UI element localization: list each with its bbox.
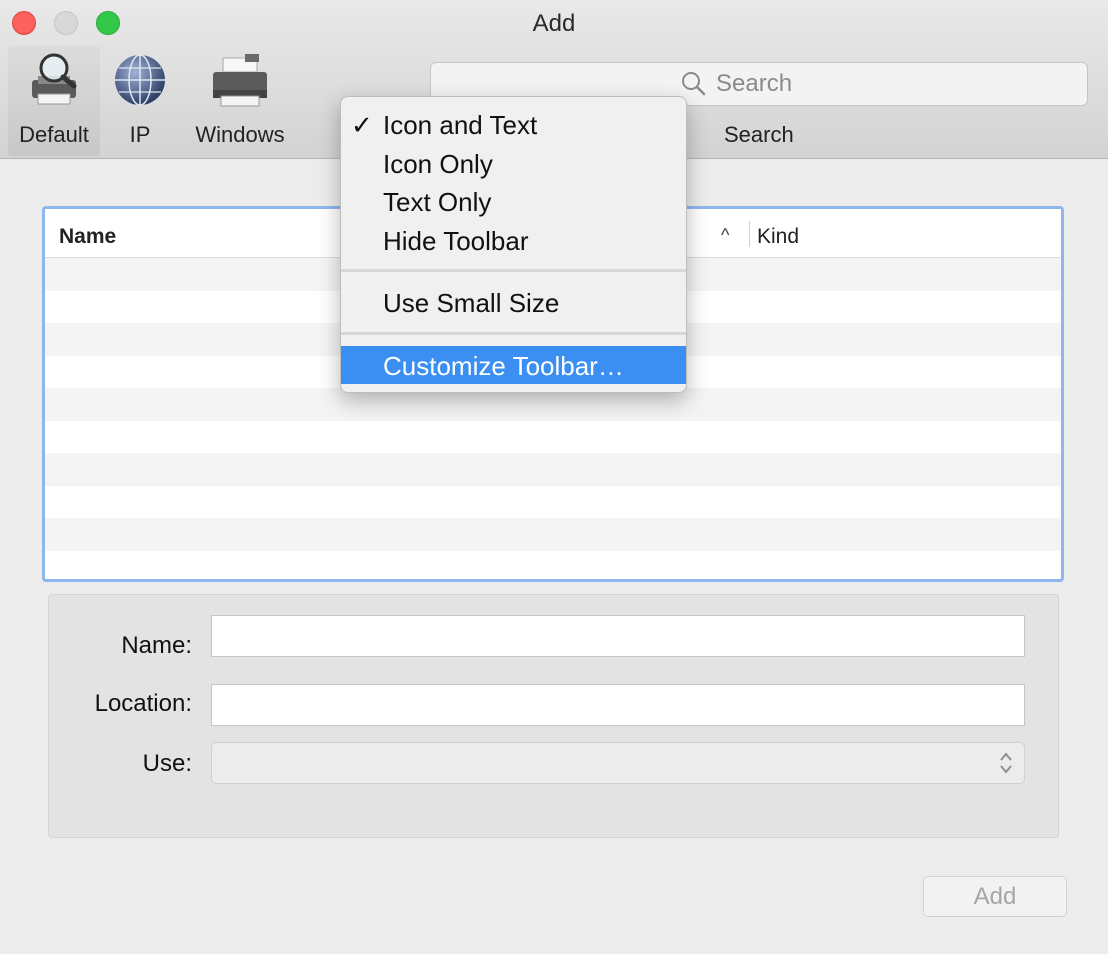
column-header-name[interactable]: Name	[59, 225, 116, 249]
table-row[interactable]	[45, 485, 1061, 518]
column-header-kind[interactable]: Kind	[757, 225, 799, 249]
toolbar-context-menu: ✓ Icon and Text Icon Only Text Only Hide…	[340, 96, 687, 393]
add-printer-window: Add Default IP Windows Search Search Nam…	[0, 0, 1108, 954]
table-row[interactable]	[45, 453, 1061, 486]
menu-item-label: Text Only	[383, 187, 492, 217]
menu-item-text-only[interactable]: Text Only	[341, 182, 686, 220]
table-row[interactable]	[45, 420, 1061, 453]
printer-magnifier-icon	[24, 50, 84, 115]
window-title: Add	[532, 10, 576, 37]
location-label: Location:	[94, 690, 192, 717]
menu-item-label: Icon Only	[383, 149, 493, 179]
toolbar-item-label: IP	[129, 122, 151, 147]
name-field[interactable]	[211, 615, 1025, 657]
use-label: Use:	[142, 750, 192, 777]
menu-item-customize-toolbar[interactable]: Customize Toolbar…	[341, 346, 686, 384]
search-toolbar-label: Search	[724, 122, 794, 147]
checkmark-icon: ✓	[351, 110, 373, 140]
menu-item-use-small-size[interactable]: Use Small Size	[341, 283, 686, 321]
toolbar-item-default[interactable]: Default	[8, 46, 100, 156]
table-row[interactable]	[45, 550, 1061, 579]
menu-item-label: Hide Toolbar	[383, 226, 529, 256]
menu-separator	[341, 269, 686, 272]
search-placeholder: Search	[716, 70, 793, 97]
toolbar-item-label: Windows	[195, 122, 285, 147]
table-row[interactable]	[45, 518, 1061, 551]
menu-item-label: Icon and Text	[383, 110, 538, 140]
menu-separator	[341, 332, 686, 335]
printer-icon	[207, 50, 273, 115]
menu-item-label: Customize Toolbar…	[383, 351, 624, 381]
menu-item-hide-toolbar[interactable]: Hide Toolbar	[341, 221, 686, 259]
column-divider[interactable]	[749, 221, 750, 247]
toolbar-item-windows[interactable]: Windows	[184, 46, 296, 156]
name-label: Name:	[121, 632, 192, 659]
menu-item-icon-only[interactable]: Icon Only	[341, 144, 686, 182]
location-field[interactable]	[211, 684, 1025, 726]
use-popup-button[interactable]	[211, 742, 1025, 784]
add-button[interactable]: Add	[923, 876, 1067, 917]
toolbar-item-label: Default	[19, 122, 89, 147]
globe-icon	[111, 50, 169, 115]
updown-chevron-icon	[998, 750, 1014, 781]
sort-ascending-icon: ^	[721, 225, 730, 245]
menu-item-label: Use Small Size	[383, 288, 560, 318]
menu-item-icon-and-text[interactable]: ✓ Icon and Text	[341, 105, 686, 143]
toolbar-item-ip[interactable]: IP	[102, 46, 178, 156]
